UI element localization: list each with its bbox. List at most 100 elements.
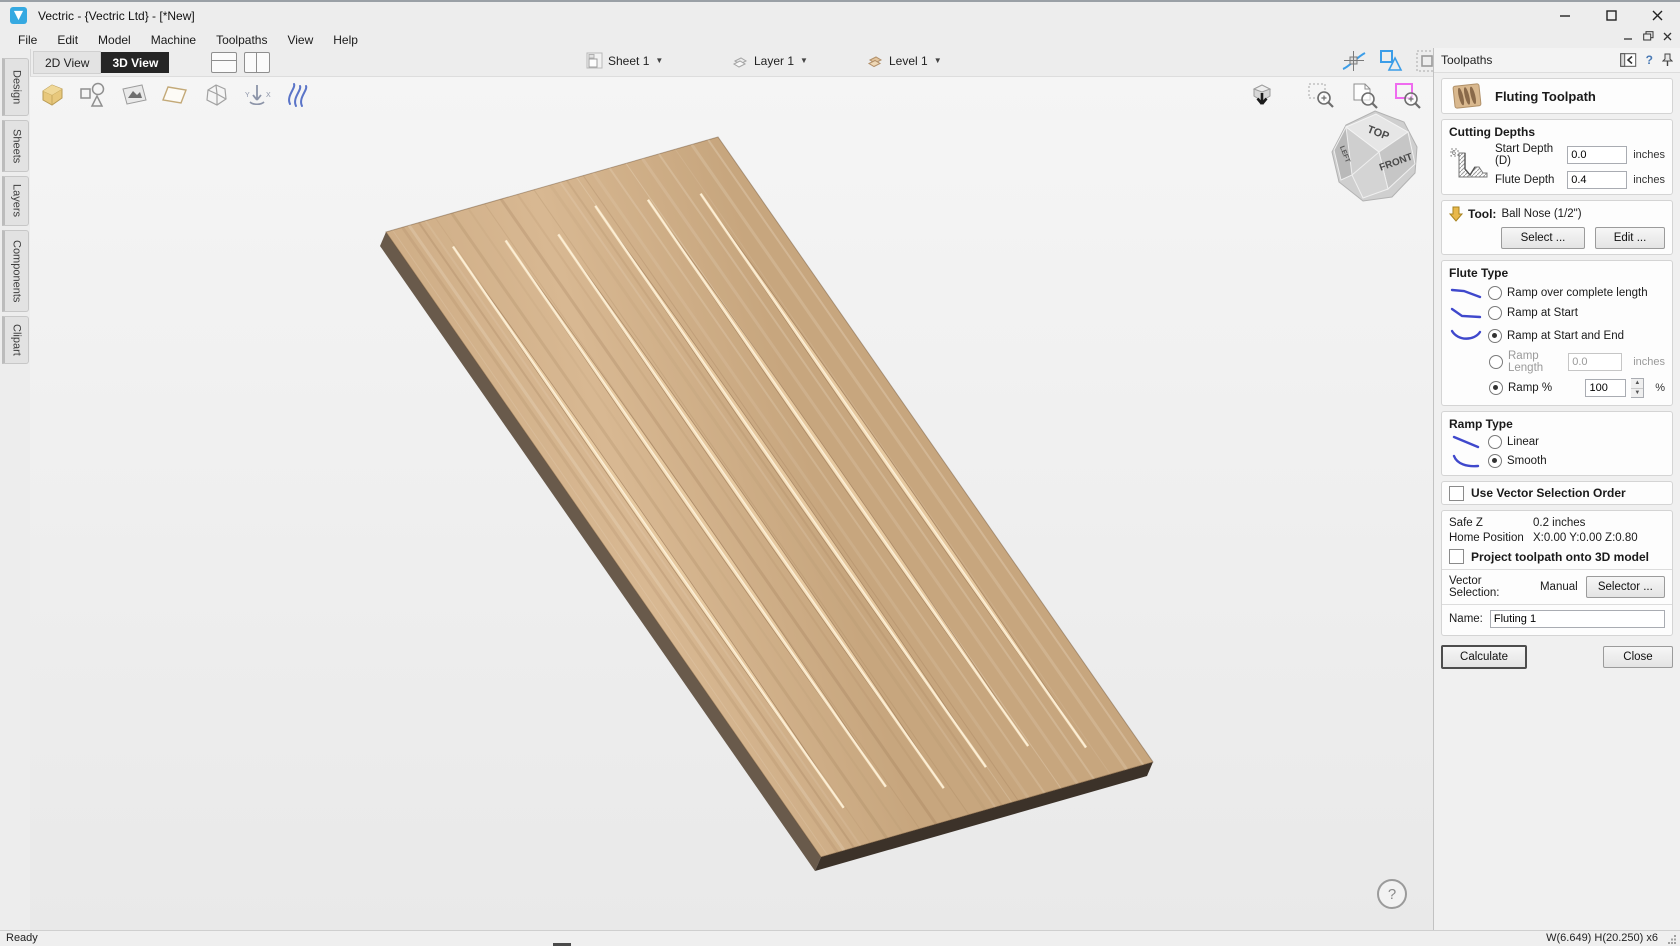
origin-anchor-icon[interactable]: YX xyxy=(241,80,273,110)
panel-header: Toolpaths ? xyxy=(1434,48,1680,73)
ramp-length-radio[interactable] xyxy=(1489,355,1503,369)
tool-card: Tool: Ball Nose (1/2") Select ... Edit .… xyxy=(1441,200,1673,255)
ramp-length-input[interactable] xyxy=(1568,353,1622,371)
ramp-smooth-label: Smooth xyxy=(1507,455,1547,467)
panel-help-icon[interactable]: ? xyxy=(1646,53,1653,67)
view-cube[interactable]: TOP FRONT LEFT xyxy=(1322,105,1438,215)
ramp-smooth-glyph-icon xyxy=(1449,454,1483,468)
menu-edit[interactable]: Edit xyxy=(47,31,88,49)
panel-header-title: Toolpaths xyxy=(1441,53,1620,67)
close-panel-button[interactable]: Close xyxy=(1603,646,1673,668)
split-horizontal-icon[interactable] xyxy=(211,52,237,73)
menu-toolpaths[interactable]: Toolpaths xyxy=(206,31,277,49)
tool-select-button[interactable]: Select ... xyxy=(1501,227,1585,249)
question-mark-glyph: ? xyxy=(1388,886,1396,903)
toolpath-settings-card: Safe Z 0.2 inches Home Position X:0.00 Y… xyxy=(1441,510,1673,636)
mdi-minimize-icon[interactable] xyxy=(1624,31,1634,41)
ramp-complete-label: Ramp over complete length xyxy=(1507,287,1648,299)
menu-bar: File Edit Model Machine Toolpaths View H… xyxy=(0,29,1680,50)
svg-text:X: X xyxy=(266,92,271,99)
home-position-value: X:0.00 Y:0.00 Z:0.80 xyxy=(1533,532,1638,544)
sidebar-tab-sheets[interactable]: Sheets xyxy=(2,120,29,172)
flute-type-card: Flute Type Ramp over complete length Ram… xyxy=(1441,260,1673,406)
ramp-length-units: inches xyxy=(1633,356,1665,368)
start-depth-units: inches xyxy=(1633,149,1665,161)
flute-depth-input[interactable] xyxy=(1567,171,1627,189)
sidebar-tab-components[interactable]: Components xyxy=(2,230,29,312)
menu-machine[interactable]: Machine xyxy=(141,31,206,49)
ramp-start-end-radio[interactable] xyxy=(1488,329,1502,343)
menu-model[interactable]: Model xyxy=(88,31,141,49)
selector-button[interactable]: Selector ... xyxy=(1586,576,1665,598)
calculate-button[interactable]: Calculate xyxy=(1441,645,1527,669)
tool-arrow-icon xyxy=(1449,206,1463,222)
sidebar-tab-clipart[interactable]: Clipart xyxy=(2,316,29,364)
maximize-button[interactable] xyxy=(1588,2,1634,29)
collapse-panel-icon[interactable] xyxy=(1620,53,1637,67)
toolpath-name-input[interactable] xyxy=(1490,610,1665,628)
project-toolpath-checkbox[interactable] xyxy=(1449,549,1464,564)
menu-view[interactable]: View xyxy=(277,31,323,49)
ramp-pct-spinner[interactable]: ▲▼ xyxy=(1631,378,1644,398)
snap-toggle-icon[interactable] xyxy=(1341,49,1367,73)
title-bar: Vectric - {Vectric Ltd} - [*New] xyxy=(0,0,1680,29)
home-position-label: Home Position xyxy=(1449,532,1533,544)
sidebar-tab-design[interactable]: Design xyxy=(2,58,29,116)
flat-sheet-icon[interactable] xyxy=(159,80,191,110)
use-vector-order-checkbox[interactable] xyxy=(1449,486,1464,501)
tab-3d-view[interactable]: 3D View xyxy=(101,52,169,73)
project-toolpath-label: Project toolpath onto 3D model xyxy=(1471,550,1649,564)
split-vertical-icon[interactable] xyxy=(244,52,270,73)
tool-label: Tool: xyxy=(1468,207,1496,221)
minimize-button[interactable] xyxy=(1542,2,1588,29)
start-depth-input[interactable] xyxy=(1567,146,1627,164)
wireframe-cube-icon[interactable] xyxy=(200,80,232,110)
safe-z-label: Safe Z xyxy=(1449,517,1533,529)
layer-label: Layer 1 xyxy=(754,54,794,68)
snap-toolbar xyxy=(1341,48,1439,74)
sheet-label: Sheet 1 xyxy=(608,54,649,68)
ramp-start-glyph-icon xyxy=(1449,307,1483,319)
layer-selector[interactable]: Layer 1 ▼ xyxy=(731,52,808,69)
level-selector[interactable]: Level 1▼ xyxy=(866,52,942,69)
pin-icon[interactable] xyxy=(1662,53,1673,67)
close-button[interactable] xyxy=(1634,2,1680,29)
tool-edit-button[interactable]: Edit ... xyxy=(1595,227,1665,249)
tab-2d-view[interactable]: 2D View xyxy=(33,51,101,74)
toolpaths-panel: Toolpaths ? Fluting Toolpath Cutting Dep… xyxy=(1433,48,1680,930)
ramp-type-card: Ramp Type Linear Smooth xyxy=(1441,411,1673,476)
ramp-smooth-radio[interactable] xyxy=(1488,454,1502,468)
modeling-toolbar: YX xyxy=(36,79,314,111)
sidebar-tab-layers[interactable]: Layers xyxy=(2,176,29,226)
help-button[interactable]: ? xyxy=(1377,879,1407,909)
menu-file[interactable]: File xyxy=(8,31,47,49)
mdi-close-icon[interactable] xyxy=(1663,32,1672,41)
ramp-linear-radio[interactable] xyxy=(1488,435,1502,449)
mdi-restore-icon[interactable] xyxy=(1643,31,1654,41)
depth-diagram-icon: 6 xyxy=(1449,143,1491,181)
material-block-icon[interactable] xyxy=(36,80,68,110)
3d-view-canvas[interactable]: YX TOP FRONT LEFT xyxy=(30,76,1433,931)
geometry-snap-icon[interactable] xyxy=(1378,49,1404,73)
ramp-pct-radio[interactable] xyxy=(1489,381,1503,395)
fluting-lines-icon[interactable] xyxy=(282,80,314,110)
ramp-pct-input[interactable] xyxy=(1585,379,1626,397)
ramp-linear-label: Linear xyxy=(1507,436,1539,448)
menu-help[interactable]: Help xyxy=(323,31,368,49)
vector-shapes-icon[interactable] xyxy=(77,80,109,110)
material-board-3d xyxy=(30,77,1433,931)
view-down-cube-icon[interactable] xyxy=(1248,81,1276,109)
resize-grip[interactable] xyxy=(1667,934,1677,944)
fluting-toolpath-icon xyxy=(1449,82,1485,110)
ramp-start-label: Ramp at Start xyxy=(1507,307,1578,319)
sheet-icon xyxy=(586,52,603,69)
chevron-down-icon: ▼ xyxy=(800,56,808,65)
sheet-selector[interactable]: Sheet 1▼ xyxy=(586,52,663,69)
ramp-start-end-label: Ramp at Start and End xyxy=(1507,330,1624,342)
ramp-pct-label: Ramp % xyxy=(1508,382,1580,394)
ramp-complete-radio[interactable] xyxy=(1488,286,1502,300)
bitmap-image-icon[interactable] xyxy=(118,80,150,110)
ramp-start-end-glyph-icon xyxy=(1449,329,1483,343)
status-bar: Ready W(6.649) H(20.250) x6 xyxy=(0,930,1680,946)
ramp-start-radio[interactable] xyxy=(1488,306,1502,320)
